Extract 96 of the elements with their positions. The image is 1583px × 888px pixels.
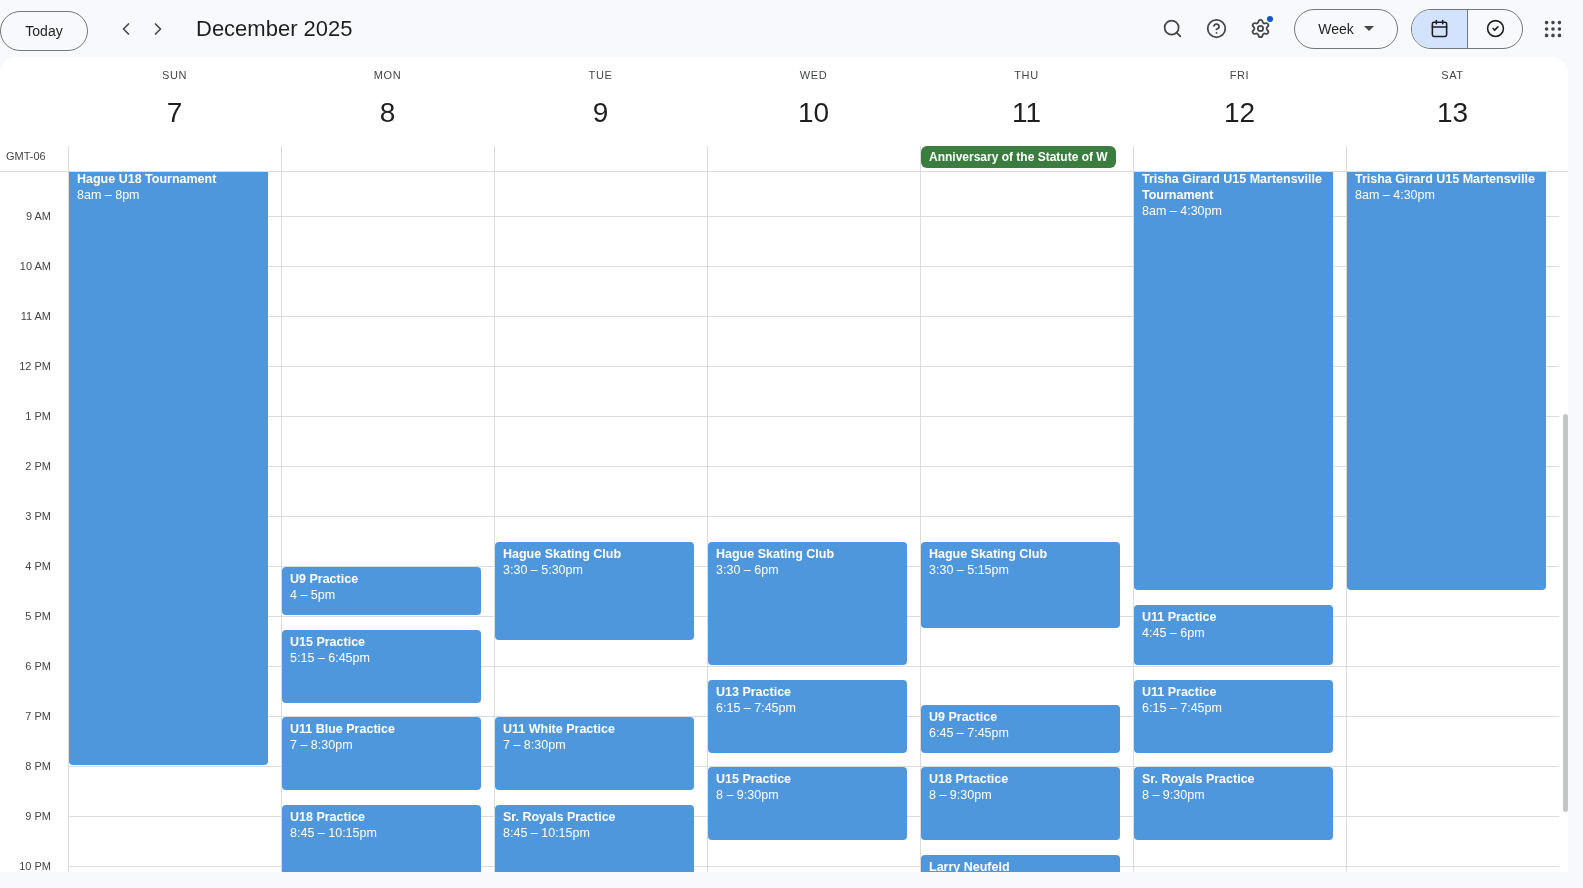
hour-label: 5 PM [25, 610, 52, 624]
event-time: 3:30 – 5:30pm [503, 562, 584, 578]
hour-label: 9 PM [25, 810, 52, 824]
event-time: 6:15 – 7:45pm [716, 699, 797, 716]
event-time: 5:15 – 6:45pm [290, 649, 371, 666]
event-time: 4:45 – 6pm [1142, 624, 1206, 641]
calendar-event[interactable]: Hague U18 Tournament 8am – 8pm [69, 172, 268, 765]
date-number[interactable]: 8 [379, 97, 396, 129]
event-title: U9 Practice [929, 708, 999, 725]
event-title: U18 Prtactice [929, 771, 1010, 787]
event-title: U13 Practice [716, 683, 793, 700]
scrollbar-thumb[interactable] [1563, 414, 1568, 812]
event-time: 8:45 – 10:15pm [290, 824, 378, 841]
calendar-icon [1430, 19, 1449, 38]
event-title: Trisha Girard U15 Martensville [1355, 172, 1536, 187]
event-time: 8 – 9:30pm [716, 787, 780, 803]
calendar-event[interactable]: U18 Practice 8:45 – 10:15pm [282, 804, 481, 872]
hour-label: 2 PM [25, 460, 52, 474]
event-title: Sr. Royals Practice [503, 808, 617, 825]
date-number[interactable]: 9 [592, 97, 609, 129]
weekday-label: SUN [162, 69, 187, 81]
hour-label: 1 PM [25, 410, 52, 424]
hour-label: 11 AM [20, 310, 52, 324]
date-number[interactable]: 12 [1223, 97, 1256, 129]
event-title: Trisha Girard U15 Martensville Tournament [1142, 172, 1323, 203]
search-icon [1161, 18, 1183, 39]
month-title: December 2025 [196, 15, 353, 42]
calendar-event[interactable]: Hague Skating Club 3:30 – 6pm [708, 542, 907, 665]
event-title: U9 Practice [290, 571, 360, 587]
view-toggle-button[interactable] [1412, 9, 1467, 48]
event-title: Hague Skating Club [929, 546, 1049, 562]
event-time: 6:15 – 7:45pm [1142, 699, 1223, 716]
hour-label: 7 PM [25, 710, 52, 724]
event-title: Sr. Royals Practice [1142, 771, 1256, 787]
event-title: Hague Skating Club [503, 546, 623, 562]
event-time: 7 – 8:30pm [503, 737, 567, 753]
event-time: 7 – 8:30pm [290, 737, 354, 753]
date-number[interactable]: 11 [1011, 97, 1042, 129]
weekday-label: WED [799, 69, 828, 81]
calendar-event[interactable]: U18 Prtactice 8 – 9:30pm [921, 767, 1120, 840]
check-circle-icon [1485, 19, 1505, 38]
hour-label: 10 AM [19, 260, 52, 274]
event-time: 3:30 – 5:15pm [929, 562, 1010, 578]
event-time: 8am – 4:30pm [1355, 187, 1436, 203]
weekday-label: TUE [588, 69, 613, 81]
hour-label: 6 PM [25, 660, 52, 674]
calendar-event[interactable]: U9 Practice 6:45 – 7:45pm [921, 704, 1120, 753]
hour-label: 10 PM [19, 860, 52, 872]
hour-label: 8 PM [25, 760, 52, 774]
calendar-event[interactable]: U9 Practice 4 – 5pm [282, 567, 481, 615]
event-title: U11 Practice [1142, 683, 1218, 700]
calendar-event[interactable]: Trisha Girard U15 Martensville 8am – 4:30pm [1347, 172, 1546, 590]
event-title: U15 Practice [716, 771, 793, 787]
calendar-event[interactable]: U15 Practice 8 – 9:30pm [708, 767, 907, 840]
help-icon [1205, 18, 1227, 39]
calendar-event[interactable]: Sr. Royals Practice 8:45 – 10:15pm [495, 804, 694, 872]
event-title: U18 Practice [290, 808, 367, 825]
calendar-event[interactable]: U11 White Practice 7 – 8:30pm [495, 717, 694, 790]
calendar-event[interactable]: U13 Practice 6:15 – 7:45pm [708, 679, 907, 753]
weekday-label: SAT [1441, 69, 1464, 81]
event-time: 8:45 – 10:15pm [503, 824, 591, 841]
calendar-event[interactable]: U11 Practice 6:15 – 7:45pm [1134, 679, 1333, 753]
event-title: U11 White Practice [503, 721, 616, 737]
event-title: U11 Blue Practice [290, 721, 396, 737]
calendar-event[interactable]: Trisha Girard U15 Martensville Tournament 8am – 4:30pm [1134, 172, 1333, 590]
event-title: U15 Practice [290, 633, 367, 650]
event-time: 8am – 4:30pm [1142, 203, 1223, 219]
date-number[interactable]: 13 [1436, 97, 1469, 129]
event-time: 4 – 5pm [290, 587, 337, 603]
event-time: 8 – 9:30pm [1142, 787, 1206, 803]
event-title: Hague Skating Club [716, 546, 836, 562]
caret-icon [1363, 26, 1374, 31]
all-day-event[interactable]: Anniversary of the Statute of W [921, 146, 1116, 168]
event-time: 3:30 – 6pm [716, 562, 780, 578]
date-number[interactable]: 10 [797, 97, 830, 129]
calendar-event[interactable]: Sr. Royals Practice 8 – 9:30pm [1134, 767, 1333, 840]
date-number[interactable]: 7 [166, 97, 183, 129]
event-title: Hague U18 Tournament [77, 172, 218, 187]
calendar-event[interactable]: U11 Blue Practice 7 – 8:30pm [282, 717, 481, 790]
timezone-label: GMT-06 [5, 149, 47, 164]
calendar-event[interactable]: U15 Practice 5:15 – 6:45pm [282, 629, 481, 703]
hour-label: 12 PM [19, 360, 52, 374]
weekday-label: MON [373, 69, 402, 81]
event-title: U11 Practice [1142, 608, 1218, 625]
calendar-event[interactable]: Hague Skating Club 3:30 – 5:30pm [495, 542, 694, 640]
event-time: 8am – 8pm [77, 187, 141, 203]
hour-label: 4 PM [25, 560, 52, 574]
event-time: 8 – 9:30pm [929, 787, 993, 803]
hour-label: 9 AM [25, 210, 52, 224]
hour-label: 3 PM [25, 510, 52, 524]
event-time: 6:45 – 7:45pm [929, 724, 1010, 741]
weekday-label: FRI [1229, 69, 1250, 81]
calendar-event[interactable]: Hague Skating Club 3:30 – 5:15pm [921, 542, 1120, 628]
calendar-event[interactable]: U11 Practice 4:45 – 6pm [1134, 604, 1333, 665]
weekday-label: THU [1014, 69, 1039, 81]
settings-icon [1249, 18, 1271, 39]
